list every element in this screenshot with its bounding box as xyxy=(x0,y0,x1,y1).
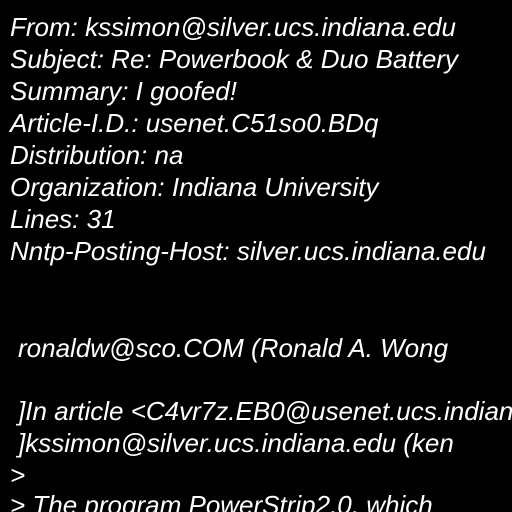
header-organization: Organization: Indiana University xyxy=(10,172,379,202)
header-from: From: kssimon@silver.ucs.indiana.edu xyxy=(10,12,456,42)
message-view: From: kssimon@silver.ucs.indiana.edu Sub… xyxy=(0,0,512,512)
quote-marker: > xyxy=(10,460,26,490)
author-line: ronaldw@sco.COM (Ronald A. Wong xyxy=(18,333,449,363)
header-lines: Lines: 31 xyxy=(10,204,116,234)
quoted-line: > The program PowerStrip2.0, which xyxy=(10,490,433,512)
header-subject: Subject: Re: Powerbook & Duo Battery xyxy=(10,44,459,74)
header-article-id: Article-I.D.: usenet.C51so0.BDq xyxy=(10,108,379,138)
header-distribution: Distribution: na xyxy=(10,140,184,170)
quoted-line: ]kssimon@silver.ucs.indiana.edu (ken xyxy=(18,428,454,458)
header-summary: Summary: I goofed! xyxy=(10,76,237,106)
header-nntp-posting-host: Nntp-Posting-Host: silver.ucs.indiana.ed… xyxy=(10,236,486,266)
quoted-line: ]In article <C4vr7z.EB0@usenet.ucs.india… xyxy=(18,396,512,426)
